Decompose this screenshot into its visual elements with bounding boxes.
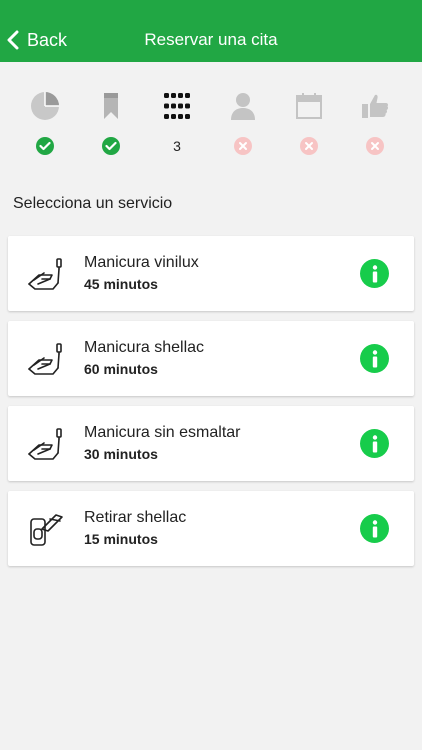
service-name: Retirar shellac [84, 509, 187, 526]
calendar-icon [293, 90, 325, 122]
service-card-manicura-vinilux[interactable]: Manicura vinilux 45 minutos [8, 236, 414, 311]
info-icon[interactable] [360, 344, 389, 373]
step-1[interactable] [20, 90, 70, 155]
service-name: Manicura vinilux [84, 254, 199, 271]
service-card-manicura-shellac[interactable]: Manicura shellac 60 minutos [8, 321, 414, 396]
service-duration: 45 minutos [84, 276, 158, 292]
step-6[interactable] [350, 90, 400, 155]
manicure-hand-icon [28, 258, 62, 290]
step-2[interactable] [86, 90, 136, 155]
top-nav-bar: Back Reservar una cita [0, 0, 422, 62]
check-icon [36, 137, 54, 155]
section-title: Selecciona un servicio [13, 195, 173, 212]
booking-steps: 3 [0, 90, 422, 160]
service-card-retirar-shellac[interactable]: Retirar shellac 15 minutos [8, 491, 414, 566]
service-name: Manicura sin esmaltar [84, 424, 241, 441]
x-circle-icon [234, 137, 252, 155]
grid-icon [161, 90, 193, 122]
thumbs-up-icon [359, 90, 391, 122]
check-icon [102, 137, 120, 155]
info-icon[interactable] [360, 429, 389, 458]
step-number: 3 [173, 138, 181, 154]
pie-chart-icon [29, 90, 61, 122]
service-duration: 15 minutos [84, 531, 158, 547]
info-icon[interactable] [360, 514, 389, 543]
page-title: Reservar una cita [144, 30, 278, 49]
bookmark-icon [95, 90, 127, 122]
service-card-manicura-sin-esmaltar[interactable]: Manicura sin esmaltar 30 minutos [8, 406, 414, 481]
service-duration: 30 minutos [84, 446, 158, 462]
step-4[interactable] [218, 90, 268, 155]
user-icon [227, 90, 259, 122]
x-circle-icon [300, 137, 318, 155]
service-name: Manicura shellac [84, 339, 205, 356]
service-duration: 60 minutos [84, 361, 158, 377]
x-circle-icon [366, 137, 384, 155]
manicure-hand-icon [28, 343, 62, 375]
step-5[interactable] [284, 90, 334, 155]
manicure-hand-icon [28, 428, 62, 460]
nail-polish-remove-icon [30, 514, 63, 546]
info-icon[interactable] [360, 259, 389, 288]
step-3[interactable]: 3 [152, 90, 202, 155]
